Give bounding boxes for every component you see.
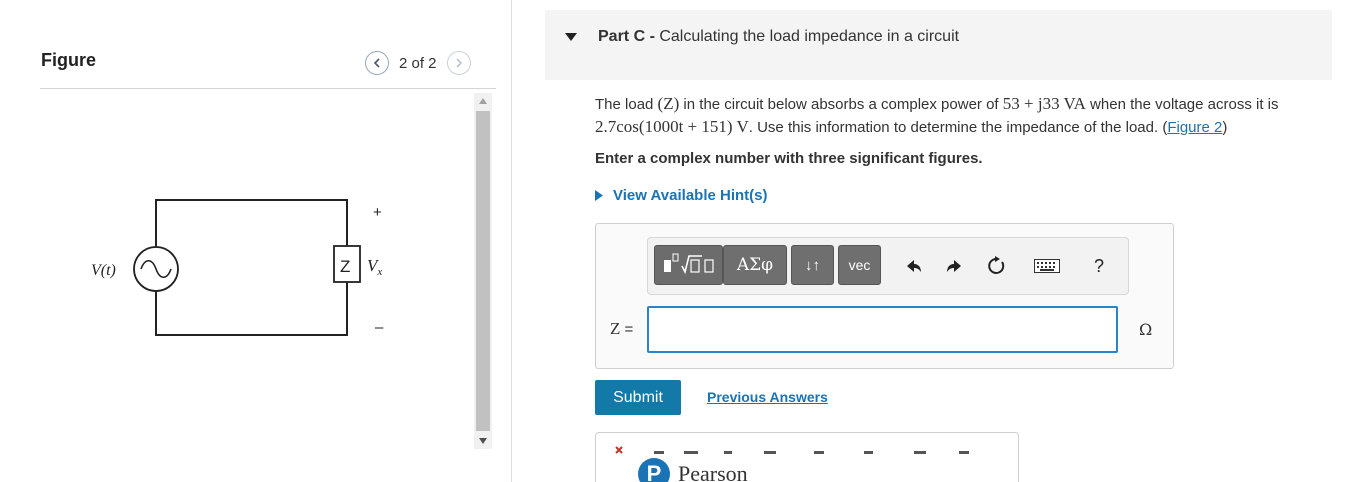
figure-link[interactable]: Figure 2 — [1167, 119, 1222, 136]
submit-button[interactable]: Submit — [595, 380, 681, 415]
complex-power-value: 53 + j33 VA — [1002, 94, 1086, 113]
minus-sign: – — [375, 319, 384, 336]
figure-navigation: 2 of 2 — [365, 51, 471, 75]
hint-label: View Available Hint(s) — [613, 187, 768, 204]
question-fragment: in the circuit below absorbs a complex p… — [679, 96, 1003, 113]
part-separator: - — [645, 28, 660, 45]
impedance-label: Z — [340, 257, 350, 276]
pane-divider — [511, 0, 512, 482]
question-fragment: . Use this information to determine the … — [748, 119, 1168, 136]
answer-variable: Z — [610, 319, 621, 338]
load-symbol: (Z) — [657, 94, 680, 113]
feedback-partial-text — [615, 446, 969, 454]
answer-label: Z = — [610, 319, 633, 339]
plus-sign: + — [373, 204, 382, 221]
figure-divider — [40, 88, 496, 89]
previous-figure-button[interactable] — [365, 51, 389, 75]
expand-triangle-icon — [595, 190, 603, 201]
question-fragment: The load — [595, 96, 658, 113]
unit-label: Ω — [1139, 320, 1153, 339]
scroll-down-arrow-icon[interactable] — [474, 433, 492, 449]
scrollbar-thumb[interactable] — [476, 111, 490, 431]
part-title: Part C - Calculating the load impedance … — [598, 28, 959, 46]
chevron-left-icon — [373, 58, 380, 68]
chevron-right-icon — [455, 58, 462, 68]
redo-icon[interactable] — [942, 253, 968, 279]
circuit-diagram: V(t) Z Vx + – — [91, 199, 384, 336]
reset-icon[interactable] — [984, 253, 1010, 279]
templates-button[interactable] — [654, 245, 723, 285]
pearson-logo: P — [638, 458, 670, 482]
question-fragment: ) — [1222, 119, 1228, 136]
previous-answers-link[interactable]: Previous Answers — [707, 389, 828, 405]
circuit-wires — [155, 199, 348, 336]
answer-equals: = — [620, 321, 634, 338]
source-label: V(t) — [91, 262, 116, 279]
question-text: The load (Z) in the circuit below absorb… — [595, 93, 1340, 139]
part-name: Calculating the load impedance in a circ… — [659, 28, 960, 45]
greek-symbols-button[interactable]: ΑΣφ — [723, 245, 787, 285]
voltage-expression: 2.7cos(1000t + 151) V — [595, 117, 749, 136]
undo-icon[interactable] — [900, 253, 926, 279]
figure-title: Figure — [41, 50, 97, 70]
voltage-label: Vx — [367, 256, 382, 278]
figure-counter: 2 of 2 — [399, 54, 437, 72]
keyboard-icon[interactable] — [1032, 253, 1062, 279]
question-fragment: when the voltage across it is — [1085, 96, 1279, 113]
templates-icon — [663, 253, 714, 275]
collapse-caret-icon[interactable] — [565, 33, 577, 41]
pearson-branding: P Pearson — [638, 458, 748, 482]
scroll-up-arrow-icon[interactable] — [474, 93, 492, 109]
help-button[interactable]: ? — [1086, 253, 1112, 279]
figure-scrollbar[interactable] — [474, 93, 492, 449]
view-hints-toggle[interactable]: View Available Hint(s) — [595, 187, 768, 204]
vector-button[interactable]: vec — [838, 245, 881, 285]
answer-box: ΑΣφ ↓↑ vec ? Z = Ω — [595, 223, 1174, 369]
pearson-wordmark: Pearson — [678, 461, 748, 482]
part-label: Part C — [598, 28, 646, 45]
answer-input[interactable] — [647, 306, 1118, 353]
math-toolbar: ΑΣφ ↓↑ vec ? — [647, 237, 1129, 295]
next-figure-button[interactable] — [446, 51, 471, 75]
instruction-text: Enter a complex number with three signif… — [595, 150, 983, 167]
arrows-button[interactable]: ↓↑ — [791, 245, 834, 285]
part-header[interactable]: Part C - Calculating the load impedance … — [545, 10, 1332, 80]
